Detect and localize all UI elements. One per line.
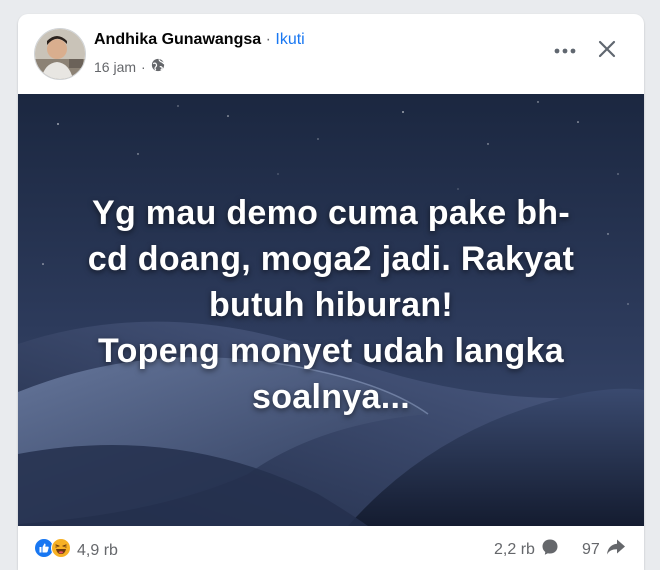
post-text: Yg mau demo cuma pake bh- cd doang, moga…	[58, 190, 604, 420]
globe-icon[interactable]	[151, 58, 165, 75]
follow-link[interactable]: Ikuti	[275, 31, 304, 48]
post-header: Andhika Gunawangsa · Ikuti 16 jam ·	[18, 14, 644, 94]
post-meta: 16 jam ·	[94, 58, 165, 75]
meta-separator: ·	[141, 58, 146, 75]
author-avatar[interactable]	[34, 28, 86, 80]
post-text-line: soalnya...	[252, 378, 410, 416]
post-text-line: Yg mau demo cuma pake bh-	[92, 194, 570, 232]
post-text-line: cd doang, moga2 jadi. Rakyat	[87, 240, 575, 278]
share-icon	[606, 538, 626, 561]
close-button[interactable]	[592, 36, 622, 66]
comment-stat[interactable]: 2,2 rb	[494, 538, 559, 561]
post-image[interactable]: Yg mau demo cuma pake bh- cd doang, moga…	[18, 94, 644, 526]
follow-separator: ·	[265, 31, 271, 48]
author-name[interactable]: Andhika Gunawangsa	[94, 31, 261, 48]
more-horizontal-icon	[554, 42, 576, 60]
close-icon	[598, 40, 616, 63]
haha-icon	[51, 538, 71, 563]
share-stat[interactable]: 97	[582, 538, 626, 561]
comment-count: 2,2 rb	[494, 540, 535, 558]
reaction-count: 4,9 rb	[77, 541, 118, 559]
reactions-summary[interactable]: 4,9 rb	[34, 538, 118, 563]
post-card: Andhika Gunawangsa · Ikuti 16 jam · Yg m…	[18, 14, 644, 570]
post-text-line: Topeng monyet udah langka	[98, 332, 564, 370]
author-line: Andhika Gunawangsa · Ikuti	[94, 31, 305, 49]
post-text-line: butuh hiburan!	[208, 286, 454, 324]
post-timestamp[interactable]: 16 jam	[94, 59, 136, 75]
post-stats: 4,9 rb 2,2 rb 97	[18, 526, 644, 570]
more-options-button[interactable]	[550, 36, 580, 66]
comment-icon	[541, 538, 559, 561]
share-count: 97	[582, 540, 600, 558]
